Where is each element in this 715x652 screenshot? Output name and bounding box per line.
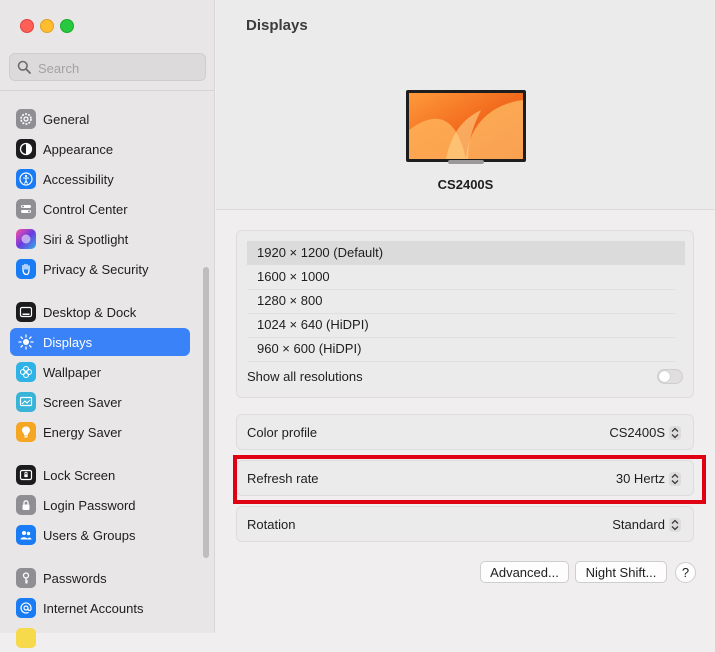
toggle-knob xyxy=(659,371,670,382)
resolution-option[interactable]: 1280 × 800 xyxy=(247,289,685,313)
sidebar-item-login-password[interactable]: Login Password xyxy=(10,491,190,519)
search-field[interactable] xyxy=(9,53,206,81)
show-all-resolutions-toggle[interactable] xyxy=(657,369,683,384)
accessibility-icon xyxy=(16,169,36,189)
refresh-rate-highlight xyxy=(233,455,706,504)
wallet-icon xyxy=(16,628,36,648)
sidebar-item-label: Lock Screen xyxy=(43,467,116,483)
key-icon xyxy=(16,568,36,588)
rotation-label: Rotation xyxy=(247,517,296,532)
sidebar: General Appearance Accessibility Control… xyxy=(0,0,215,648)
color-profile-label: Color profile xyxy=(247,425,318,440)
sidebar-scrollbar[interactable] xyxy=(203,267,209,558)
sidebar-item-lock-screen[interactable]: Lock Screen xyxy=(10,461,190,489)
sidebar-divider xyxy=(0,90,214,91)
sidebar-item-label: Internet Accounts xyxy=(43,600,144,616)
sidebar-item-users-groups[interactable]: Users & Groups xyxy=(10,521,190,549)
sidebar-item-label: Energy Saver xyxy=(43,424,122,440)
sidebar-item-label: Appearance xyxy=(43,141,114,157)
gear-icon xyxy=(16,109,36,129)
page-title: Displays xyxy=(246,17,308,34)
display-header: Displays CS2400S xyxy=(216,0,715,210)
divider xyxy=(247,361,675,362)
dock-icon xyxy=(16,302,36,322)
sidebar-item-label: Passwords xyxy=(43,570,107,586)
sidebar-item-label: Screen Saver xyxy=(43,394,122,410)
chevron-up-down-icon[interactable] xyxy=(669,518,681,532)
hand-icon xyxy=(16,259,36,279)
sidebar-item-desktop-dock[interactable]: Desktop & Dock xyxy=(10,298,190,326)
bulb-icon xyxy=(16,422,36,442)
resolution-list: 1920 × 1200 (Default) 1600 × 1000 1280 ×… xyxy=(236,230,694,398)
resolution-option[interactable]: 1024 × 640 (HiDPI) xyxy=(247,313,685,337)
help-button[interactable]: ? xyxy=(675,562,696,583)
sidebar-item-general[interactable]: General xyxy=(10,105,190,133)
lock-icon xyxy=(16,495,36,515)
night-shift-button[interactable]: Night Shift... xyxy=(575,561,667,583)
sidebar-item-wallpaper[interactable]: Wallpaper xyxy=(10,358,190,386)
sidebar-item-energy-saver[interactable]: Energy Saver xyxy=(10,418,190,446)
sidebar-item-label: Privacy & Security xyxy=(43,261,149,277)
at-icon xyxy=(16,598,36,618)
sidebar-item-label: Control Center xyxy=(43,201,128,217)
sidebar-item-label: Displays xyxy=(43,334,93,350)
sidebar-item-displays[interactable]: Displays xyxy=(10,328,190,356)
sidebar-item-screen-saver[interactable]: Screen Saver xyxy=(10,388,190,416)
chevron-up-down-icon[interactable] xyxy=(669,426,681,440)
sidebar-item-partial[interactable] xyxy=(10,624,190,652)
sidebar-item-privacy-security[interactable]: Privacy & Security xyxy=(10,255,190,283)
sidebar-item-label: Wallpaper xyxy=(43,364,102,380)
sidebar-item-internet-accounts[interactable]: Internet Accounts xyxy=(10,594,190,622)
siri-icon xyxy=(16,229,36,249)
lock-screen-icon xyxy=(16,465,36,485)
display-name: CS2400S xyxy=(437,177,494,192)
control-center-icon xyxy=(16,199,36,219)
advanced-button[interactable]: Advanced... xyxy=(480,561,569,583)
minimize-window-button[interactable] xyxy=(40,19,54,33)
resolution-option[interactable]: 1920 × 1200 (Default) xyxy=(247,241,685,265)
sidebar-item-siri-spotlight[interactable]: Siri & Spotlight xyxy=(10,225,190,253)
resolution-option[interactable]: 1600 × 1000 xyxy=(247,265,685,289)
resolution-option[interactable]: 960 × 600 (HiDPI) xyxy=(247,337,685,361)
sidebar-item-label: Accessibility xyxy=(43,171,114,187)
sidebar-item-passwords[interactable]: Passwords xyxy=(10,564,190,592)
screen-saver-icon xyxy=(16,392,36,412)
sidebar-item-accessibility[interactable]: Accessibility xyxy=(10,165,190,193)
show-all-resolutions-label: Show all resolutions xyxy=(247,369,363,384)
color-profile-row: Color profile CS2400S xyxy=(236,414,694,450)
search-input[interactable] xyxy=(36,58,200,78)
monitor-icon[interactable] xyxy=(406,90,526,165)
rotation-select[interactable]: Standard xyxy=(612,517,665,532)
sidebar-item-label: Login Password xyxy=(43,497,136,513)
users-icon xyxy=(16,525,36,545)
zoom-window-button[interactable] xyxy=(60,19,74,33)
wallpaper-icon xyxy=(16,362,36,382)
sidebar-item-label: Users & Groups xyxy=(43,527,136,543)
appearance-icon xyxy=(16,139,36,159)
sidebar-item-label: Desktop & Dock xyxy=(43,304,137,320)
sidebar-item-appearance[interactable]: Appearance xyxy=(10,135,190,163)
color-profile-select[interactable]: CS2400S xyxy=(609,425,665,440)
sun-icon xyxy=(16,332,36,352)
sidebar-item-label: General xyxy=(43,111,90,127)
search-icon xyxy=(17,60,31,74)
close-window-button[interactable] xyxy=(20,19,34,33)
rotation-row: Rotation Standard xyxy=(236,506,694,542)
sidebar-item-control-center[interactable]: Control Center xyxy=(10,195,190,223)
sidebar-item-label: Siri & Spotlight xyxy=(43,231,129,247)
